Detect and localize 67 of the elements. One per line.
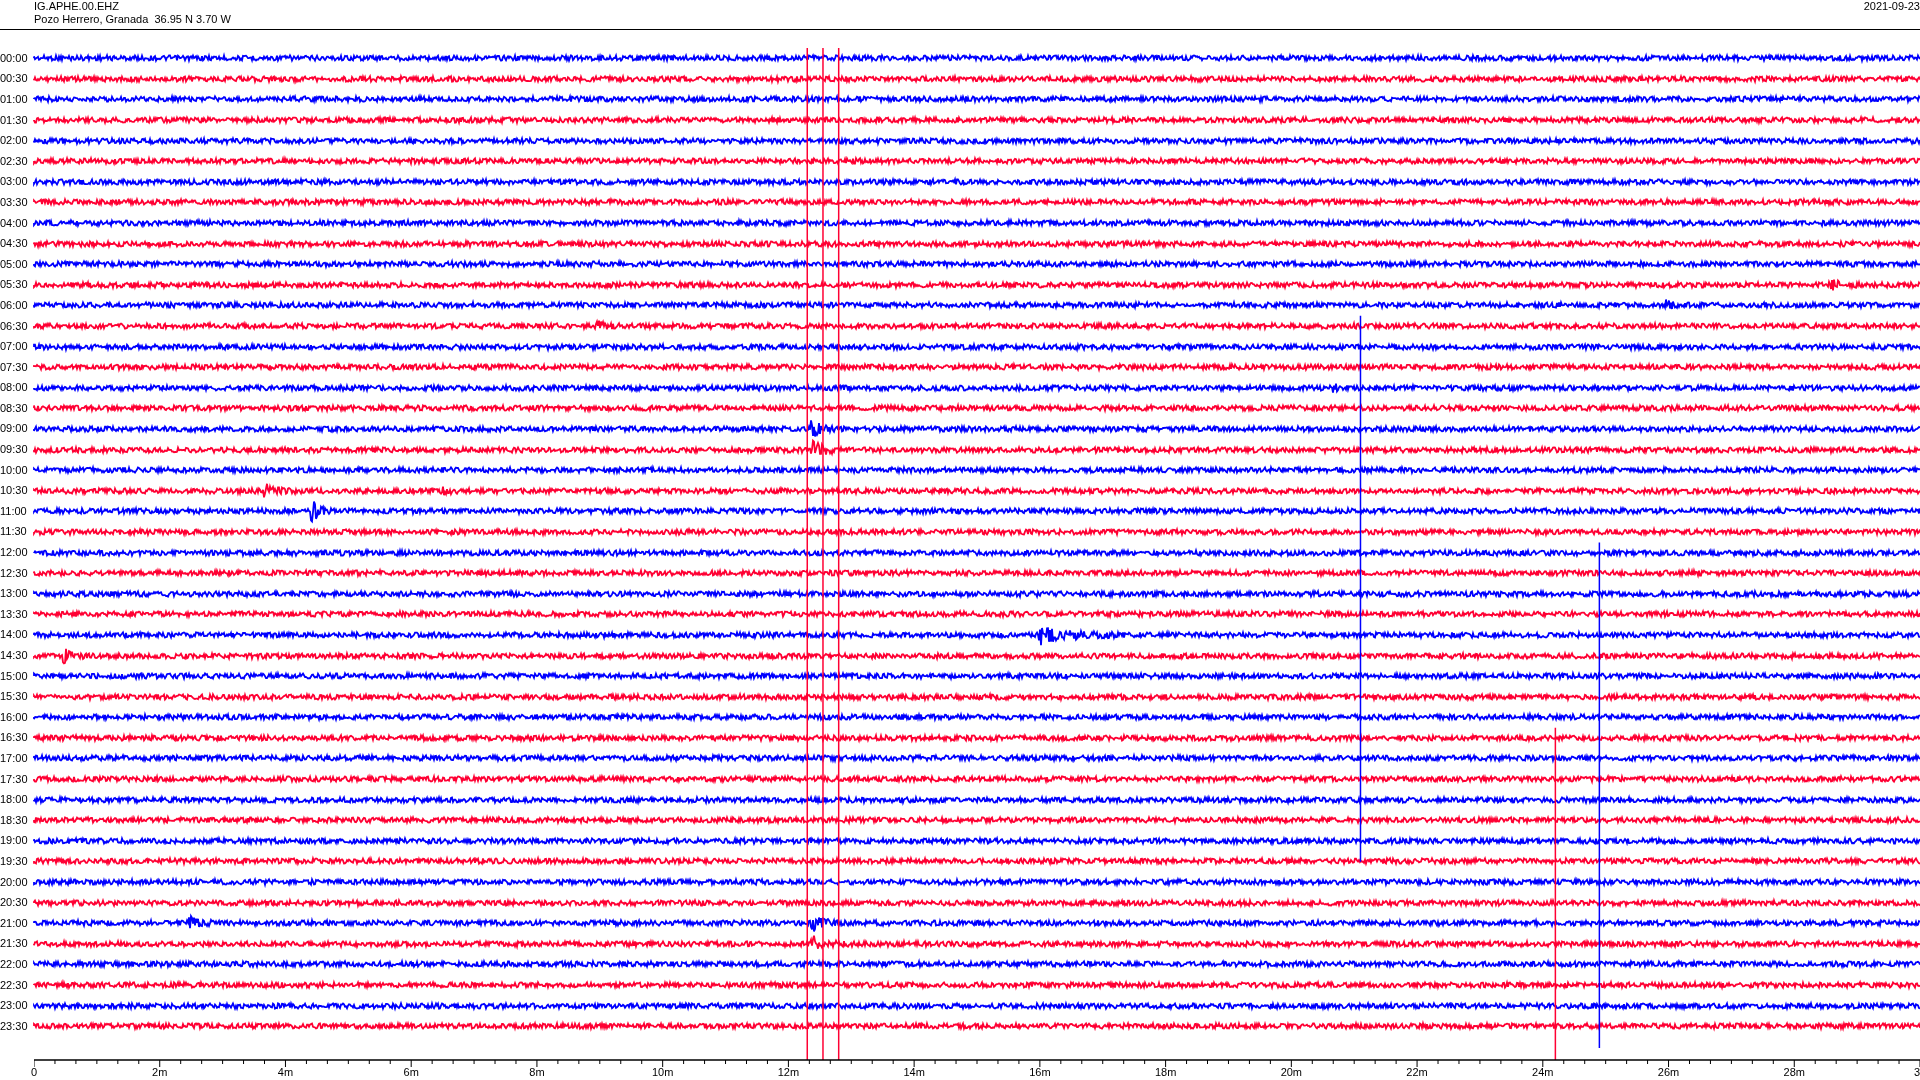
time-label: 07:00 xyxy=(0,341,29,353)
time-label: 18:00 xyxy=(0,794,29,806)
time-label: 16:00 xyxy=(0,711,29,723)
time-label: 06:30 xyxy=(0,320,29,332)
time-label: 13:00 xyxy=(0,588,29,600)
time-label: 11:00 xyxy=(0,505,28,517)
time-label: 08:00 xyxy=(0,382,29,394)
time-label: 13:30 xyxy=(0,608,29,620)
time-label: 21:00 xyxy=(0,917,29,929)
time-label: 17:00 xyxy=(0,753,29,764)
time-label: 21:30 xyxy=(0,938,29,950)
time-label: 12:00 xyxy=(0,547,29,559)
time-label: 01:00 xyxy=(0,94,29,105)
axis-tick-label: 28m xyxy=(1783,1066,1805,1078)
time-label: 18:30 xyxy=(0,814,29,826)
time-label: 00:00 xyxy=(0,52,29,64)
axis-tick-label: 0 xyxy=(30,1066,38,1078)
axis-tick-label: 14m xyxy=(903,1066,925,1078)
time-label: 23:30 xyxy=(0,1020,29,1032)
axis-tick-label: 2m xyxy=(152,1066,168,1078)
time-label: 15:00 xyxy=(0,670,29,682)
time-label: 22:00 xyxy=(0,958,29,970)
time-label: 04:30 xyxy=(0,238,29,250)
time-label: 05:00 xyxy=(0,258,29,270)
axis-tick-label: 20m xyxy=(1280,1066,1303,1078)
time-label: 07:30 xyxy=(0,361,29,373)
time-label: 22:30 xyxy=(0,979,29,991)
time-label: 10:30 xyxy=(0,485,29,497)
time-label: 15:30 xyxy=(0,691,29,703)
time-label: 08:30 xyxy=(0,402,29,414)
time-label: 00:30 xyxy=(0,73,29,85)
axis-tick-label: 22m xyxy=(1406,1066,1428,1078)
axis-tick-label: 24m xyxy=(1532,1066,1554,1078)
time-label: 03:30 xyxy=(0,196,29,208)
time-label: 19:30 xyxy=(0,855,29,867)
station-location: Pozo Herrero, Granada 36.95 N 3.70 W xyxy=(34,13,231,26)
axis-tick-label: 26m xyxy=(1657,1066,1680,1078)
time-label: 16:30 xyxy=(0,732,29,744)
time-label: 19:00 xyxy=(0,835,29,847)
axis-tick-label: 16m xyxy=(1029,1066,1051,1078)
time-label: 04:00 xyxy=(0,217,29,229)
time-label: 09:30 xyxy=(0,444,29,456)
axis-tick-label: 10m xyxy=(651,1066,674,1078)
time-label: 11:30 xyxy=(0,526,28,538)
time-label: 05:30 xyxy=(0,279,29,291)
time-label: 17:30 xyxy=(0,773,29,785)
time-label: 03:00 xyxy=(0,176,29,188)
time-label: 14:30 xyxy=(0,650,29,661)
axis-tick-label: 18m xyxy=(1154,1066,1177,1078)
time-label: 14:00 xyxy=(0,629,29,641)
station-code: IG.APHE.00.EHZ xyxy=(34,0,120,13)
time-label: 02:30 xyxy=(0,155,29,167)
time-label: 09:00 xyxy=(0,423,29,435)
axis-tick-label: 3 xyxy=(1913,1066,1920,1078)
axis-tick-label: 4m xyxy=(277,1066,294,1078)
axis-tick-label: 6m xyxy=(403,1066,419,1078)
time-label: 20:00 xyxy=(0,876,29,888)
time-label: 06:00 xyxy=(0,299,29,311)
time-label: 23:00 xyxy=(0,1000,29,1012)
time-label: 02:00 xyxy=(0,135,29,147)
axis-tick-label: 12m xyxy=(777,1066,800,1078)
axis-tick-label: 8m xyxy=(529,1066,545,1078)
time-label: 01:30 xyxy=(0,114,29,126)
time-label: 20:30 xyxy=(0,897,29,909)
time-label: 12:30 xyxy=(0,567,29,579)
time-label: 10:00 xyxy=(0,464,29,476)
date-label: 2021-09-23 xyxy=(1863,0,1920,14)
